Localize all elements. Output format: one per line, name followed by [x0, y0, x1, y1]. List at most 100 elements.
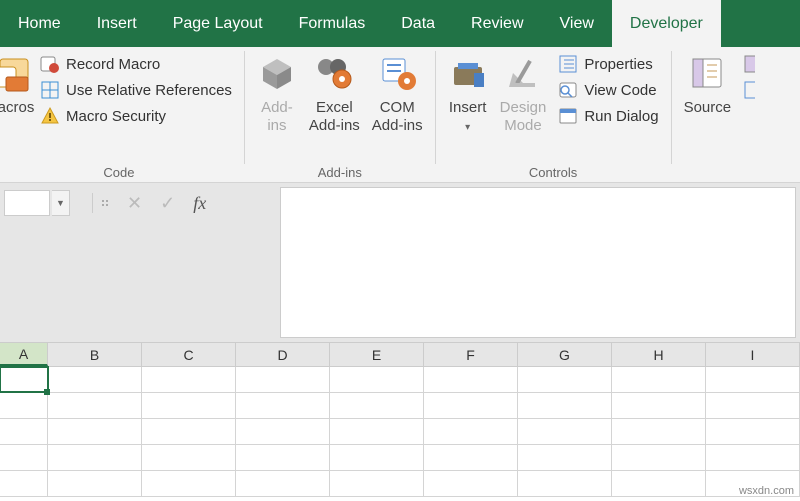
- col-header-f[interactable]: F: [424, 343, 518, 366]
- grid-row: [0, 393, 800, 419]
- col-header-h[interactable]: H: [612, 343, 706, 366]
- cell-g-1[interactable]: [518, 367, 612, 392]
- cell-d-1[interactable]: [236, 367, 330, 392]
- cell-h-4[interactable]: [612, 445, 706, 470]
- cell-a-1[interactable]: [0, 367, 48, 392]
- cell-i-1[interactable]: [706, 367, 800, 392]
- cell-h-2[interactable]: [612, 393, 706, 418]
- run-dialog-button[interactable]: Run Dialog: [552, 103, 664, 129]
- tab-developer[interactable]: Developer: [612, 0, 721, 47]
- cell-g-4[interactable]: [518, 445, 612, 470]
- cell-e-3[interactable]: [330, 419, 424, 444]
- tab-formulas[interactable]: Formulas: [281, 0, 384, 47]
- cell-g-2[interactable]: [518, 393, 612, 418]
- cell-b-4[interactable]: [48, 445, 142, 470]
- watermark: wsxdn.com: [739, 485, 794, 497]
- cell-f-5[interactable]: [424, 471, 518, 496]
- tab-view[interactable]: View: [542, 0, 612, 47]
- source-button[interactable]: Source: [678, 49, 738, 117]
- col-header-a[interactable]: A: [0, 343, 48, 366]
- group-xml: Source: [672, 47, 762, 182]
- excel-addins-icon: [314, 53, 354, 93]
- view-code-label: View Code: [584, 82, 656, 99]
- cell-h-3[interactable]: [612, 419, 706, 444]
- cell-i-4[interactable]: [706, 445, 800, 470]
- macros-button[interactable]: acros: [0, 49, 34, 117]
- tab-review[interactable]: Review: [453, 0, 541, 47]
- cell-d-2[interactable]: [236, 393, 330, 418]
- cell-a-5[interactable]: [0, 471, 48, 496]
- design-mode-l2: Mode: [504, 117, 542, 134]
- col-header-e[interactable]: E: [330, 343, 424, 366]
- cell-i-2[interactable]: [706, 393, 800, 418]
- addins-l2: ins: [267, 117, 286, 134]
- run-dialog-label: Run Dialog: [584, 108, 658, 125]
- tab-page-layout[interactable]: Page Layout: [155, 0, 281, 47]
- cell-a-2[interactable]: [0, 393, 48, 418]
- name-box[interactable]: [4, 190, 50, 216]
- group-xml-label: [678, 180, 756, 182]
- enter-formula-button[interactable]: ✓: [160, 193, 175, 214]
- cell-d-5[interactable]: [236, 471, 330, 496]
- cell-b-2[interactable]: [48, 393, 142, 418]
- xml-partial-button2[interactable]: [737, 77, 755, 103]
- insert-control-label: Insert: [449, 99, 487, 116]
- tab-insert[interactable]: Insert: [79, 0, 155, 47]
- cell-f-2[interactable]: [424, 393, 518, 418]
- cell-e-5[interactable]: [330, 471, 424, 496]
- fx-button[interactable]: fx: [193, 193, 206, 214]
- relative-references-icon: [40, 80, 60, 100]
- cell-c-4[interactable]: [142, 445, 236, 470]
- cell-d-4[interactable]: [236, 445, 330, 470]
- col-header-i[interactable]: I: [706, 343, 800, 366]
- cell-b-3[interactable]: [48, 419, 142, 444]
- cell-i-3[interactable]: [706, 419, 800, 444]
- formula-input[interactable]: [280, 187, 796, 338]
- cell-h-5[interactable]: [612, 471, 706, 496]
- cell-b-5[interactable]: [48, 471, 142, 496]
- xml-partial-button[interactable]: [737, 51, 755, 77]
- cell-h-1[interactable]: [612, 367, 706, 392]
- col-header-g[interactable]: G: [518, 343, 612, 366]
- cell-e-4[interactable]: [330, 445, 424, 470]
- cell-g-3[interactable]: [518, 419, 612, 444]
- cell-a-3[interactable]: [0, 419, 48, 444]
- source-label: Source: [684, 99, 732, 117]
- use-relative-references-button[interactable]: Use Relative References: [34, 77, 238, 103]
- grid-rows: [0, 367, 800, 497]
- column-headers: ABCDEFGHI: [0, 343, 800, 367]
- cell-e-2[interactable]: [330, 393, 424, 418]
- divider-dots-icon: [101, 199, 109, 207]
- com-addins-button[interactable]: COMAdd-ins: [366, 49, 429, 135]
- name-box-dropdown[interactable]: ▼: [52, 190, 70, 216]
- cell-f-4[interactable]: [424, 445, 518, 470]
- col-header-c[interactable]: C: [142, 343, 236, 366]
- cell-c-3[interactable]: [142, 419, 236, 444]
- cell-c-2[interactable]: [142, 393, 236, 418]
- properties-button[interactable]: Properties: [552, 51, 664, 77]
- excel-addins-button[interactable]: ExcelAdd-ins: [303, 49, 366, 135]
- cell-d-3[interactable]: [236, 419, 330, 444]
- cell-a-4[interactable]: [0, 445, 48, 470]
- tab-home[interactable]: Home: [0, 0, 79, 47]
- cancel-formula-button[interactable]: ✕: [127, 193, 142, 214]
- group-code-label: Code: [0, 165, 238, 182]
- addins-button[interactable]: Add-ins: [251, 49, 303, 135]
- tab-data[interactable]: Data: [383, 0, 453, 47]
- cell-f-3[interactable]: [424, 419, 518, 444]
- view-code-button[interactable]: View Code: [552, 77, 664, 103]
- cell-e-1[interactable]: [330, 367, 424, 392]
- cell-g-5[interactable]: [518, 471, 612, 496]
- macro-security-icon: [40, 106, 60, 126]
- record-macro-button[interactable]: Record Macro: [34, 51, 238, 77]
- cell-c-5[interactable]: [142, 471, 236, 496]
- design-mode-button[interactable]: DesignMode: [494, 49, 553, 135]
- cell-f-1[interactable]: [424, 367, 518, 392]
- col-header-d[interactable]: D: [236, 343, 330, 366]
- insert-control-button[interactable]: Insert▾: [442, 49, 494, 135]
- cell-b-1[interactable]: [48, 367, 142, 392]
- group-addins-label: Add-ins: [251, 165, 429, 182]
- col-header-b[interactable]: B: [48, 343, 142, 366]
- cell-c-1[interactable]: [142, 367, 236, 392]
- macro-security-button[interactable]: Macro Security: [34, 103, 238, 129]
